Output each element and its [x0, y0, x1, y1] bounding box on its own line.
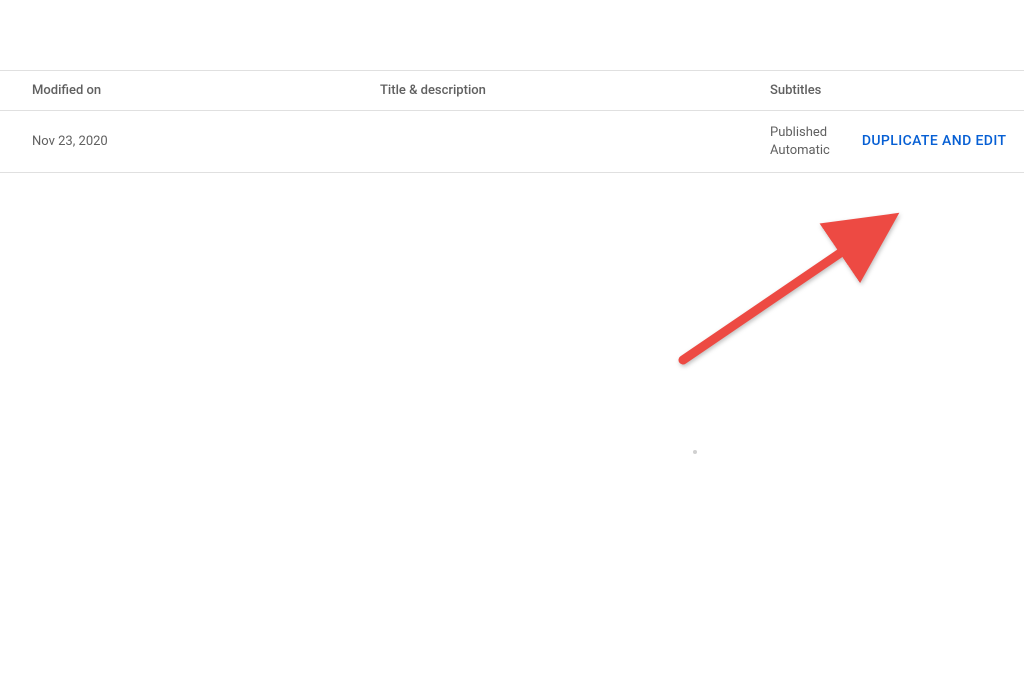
column-header-modified: Modified on — [0, 83, 380, 98]
subtitles-status: Published — [770, 124, 830, 142]
decorative-dot — [693, 450, 697, 454]
table-header-row: Modified on Title & description Subtitle… — [0, 70, 1024, 111]
duplicate-and-edit-button[interactable]: DUPLICATE AND EDIT — [862, 132, 1007, 151]
table-row[interactable]: Nov 23, 2020 Published Automatic DUPLICA… — [0, 111, 1024, 173]
annotation-arrow-icon — [665, 210, 905, 380]
column-header-subtitles: Subtitles — [770, 83, 1024, 98]
cell-modified-date: Nov 23, 2020 — [0, 134, 380, 149]
cell-subtitles: Published Automatic DUPLICATE AND EDIT — [770, 124, 1024, 159]
subtitles-type: Automatic — [770, 142, 830, 160]
subtitles-table: Modified on Title & description Subtitle… — [0, 70, 1024, 173]
column-header-title: Title & description — [380, 83, 770, 98]
subtitles-status-block: Published Automatic — [770, 124, 830, 159]
